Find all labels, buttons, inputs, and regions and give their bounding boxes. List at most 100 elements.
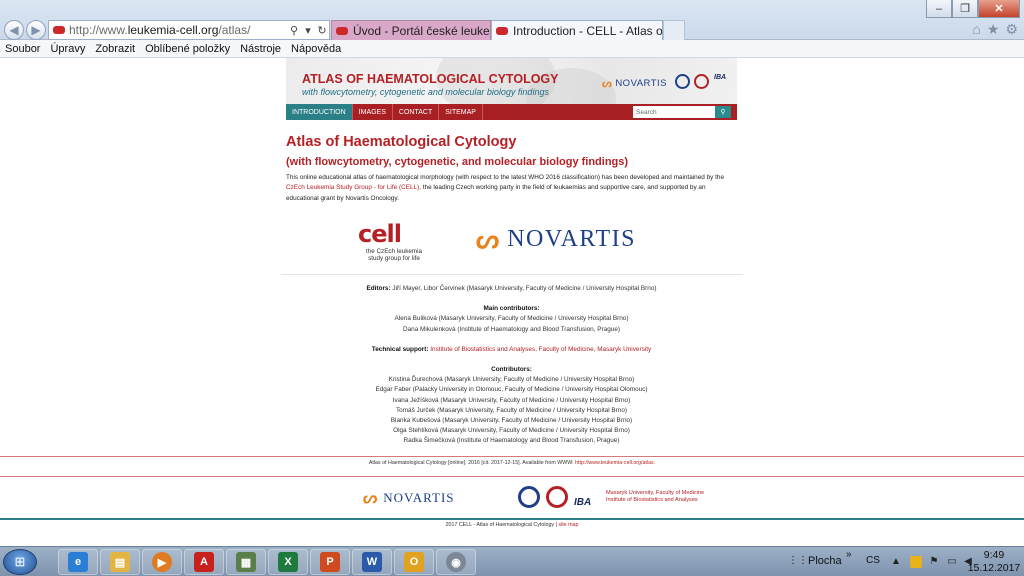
taskbar-word[interactable]: W bbox=[352, 549, 392, 575]
toolbar-grip-icon[interactable]: ⋮⋮ bbox=[788, 555, 808, 566]
footer-novartis-logo[interactable]: ᔕ NOVARTIS bbox=[363, 488, 455, 508]
refresh-icon[interactable]: ↻ bbox=[315, 24, 329, 37]
banner-novartis-logo[interactable]: ᔕ NOVARTIS bbox=[602, 77, 667, 90]
masaryk-university-seal-icon[interactable] bbox=[675, 74, 690, 89]
technical-support-line: Technical support: Institute of Biostati… bbox=[371, 345, 652, 353]
home-icon[interactable]: ⌂ bbox=[972, 21, 980, 38]
faculty-medicine-seal-icon[interactable] bbox=[694, 74, 709, 89]
contributor: Blanka Kubešová (Masaryk University, Fac… bbox=[390, 417, 633, 425]
taskbar-powerpoint[interactable]: P bbox=[310, 549, 350, 575]
browser-chrome: – ❐ ✕ ◀ ▶ http://www.leukemia-cell.org/a… bbox=[0, 0, 1024, 41]
internet-explorer-icon: e bbox=[68, 552, 88, 572]
menu-view[interactable]: Zobrazit bbox=[95, 43, 135, 55]
taskbar-media-player[interactable]: ▶ bbox=[142, 549, 182, 575]
browser-toolbar-icons: ⌂ ★ ⚙ bbox=[972, 21, 1018, 38]
address-url[interactable]: http://www.leukemia-cell.org/atlas/ bbox=[69, 23, 287, 37]
editors-line: Editors: Jiří Mayer, Libor Červinek (Mas… bbox=[366, 285, 657, 292]
forward-button[interactable]: ▶ bbox=[26, 20, 46, 40]
main-contributors-heading: Main contributors: bbox=[483, 305, 540, 313]
notification-app-icon[interactable] bbox=[910, 556, 922, 568]
new-tab-button[interactable] bbox=[663, 20, 685, 41]
menu-favorites[interactable]: Oblíbené položky bbox=[145, 43, 230, 55]
contributor: Tomáš Jurček (Masaryk University, Facult… bbox=[395, 406, 628, 414]
iba-link[interactable]: Institute of Biostatistics and Analyses,… bbox=[429, 346, 651, 353]
web-page: ATLAS OF HAEMATOLOGICAL CYTOLOGY with fl… bbox=[0, 58, 1024, 546]
site-container: ATLAS OF HAEMATOLOGICAL CYTOLOGY with fl… bbox=[286, 58, 737, 204]
page-title: Atlas of Haematological Cytology bbox=[286, 134, 517, 150]
novartis-flame-icon: ᔕ bbox=[363, 490, 378, 507]
tab-introduction-active[interactable]: Introduction - CELL - Atlas of... ✕ bbox=[491, 20, 663, 41]
menu-file[interactable]: Soubor bbox=[5, 43, 40, 55]
contributors-heading: Contributors: bbox=[491, 366, 532, 374]
footer-iba-logo[interactable]: IBA bbox=[574, 486, 600, 508]
novartis-logo[interactable]: ᔕ NOVARTIS bbox=[476, 224, 636, 255]
cell-link[interactable]: CzEch Leukemia Study Group - for Life (C… bbox=[286, 184, 421, 191]
dropdown-icon[interactable]: ▾ bbox=[301, 24, 315, 37]
network-icon[interactable]: ▭ bbox=[946, 556, 958, 568]
flag-icon[interactable]: ⚑ bbox=[928, 556, 940, 568]
outlook-icon: O bbox=[404, 552, 424, 572]
menu-edit[interactable]: Úpravy bbox=[50, 43, 85, 55]
toolbar-expand-icon[interactable]: » bbox=[846, 549, 852, 560]
desktop-toolbar-label[interactable]: Plocha bbox=[808, 555, 842, 567]
start-button[interactable]: ⊞ bbox=[3, 549, 37, 575]
language-indicator[interactable]: CS bbox=[866, 555, 880, 566]
site-search-input[interactable]: Search bbox=[633, 106, 715, 118]
menu-tools[interactable]: Nástroje bbox=[240, 43, 281, 55]
footer-accent-line bbox=[0, 518, 1024, 520]
footer-institute-text[interactable]: Masaryk University, Faculty of Medicine I… bbox=[606, 490, 704, 504]
nav-images[interactable]: IMAGES bbox=[353, 104, 393, 120]
page-subtitle: (with flowcytometry, cytogenetic, and mo… bbox=[286, 156, 629, 168]
show-hidden-icons-icon[interactable]: ▲ bbox=[890, 556, 902, 568]
faculty-medicine-seal-icon[interactable] bbox=[546, 486, 568, 508]
site-search-button[interactable]: ⚲ bbox=[715, 106, 731, 118]
network-app-icon: ▦ bbox=[236, 552, 256, 572]
menu-help[interactable]: Nápověda bbox=[291, 43, 341, 55]
taskbar-acrobat[interactable]: A bbox=[184, 549, 224, 575]
minimize-button[interactable]: – bbox=[926, 0, 952, 18]
taskbar-internet-explorer[interactable]: e bbox=[58, 549, 98, 575]
iba-logo[interactable]: IBA bbox=[714, 74, 731, 89]
citation-text: Atlas of Haematological Cytology [online… bbox=[368, 460, 656, 466]
windows-logo-icon: ⊞ bbox=[14, 554, 26, 569]
footer-divider bbox=[0, 456, 1024, 457]
contributor: Olga Stehlíková (Masaryk University, Fac… bbox=[393, 427, 630, 435]
windows-taskbar: ⊞ e ▤ ▶ A ▦ X P W O ◉ ⋮⋮ Plocha » CS ▲ ⚑… bbox=[0, 546, 1024, 576]
nav-introduction[interactable]: INTRODUCTION bbox=[286, 104, 353, 120]
cell-logo[interactable]: cell the CzEch leukemia study group for … bbox=[358, 220, 430, 262]
taskbar-outlook[interactable]: O bbox=[394, 549, 434, 575]
site-banner: ATLAS OF HAEMATOLOGICAL CYTOLOGY with fl… bbox=[286, 58, 737, 104]
contributor: Edgar Faber (Palacky University in Olomo… bbox=[375, 386, 648, 394]
taskbar-excel[interactable]: X bbox=[268, 549, 308, 575]
banner-title[interactable]: ATLAS OF HAEMATOLOGICAL CYTOLOGY bbox=[302, 72, 558, 86]
divider bbox=[281, 274, 743, 275]
contributor: Kristina Ďurechová (Masaryk University, … bbox=[388, 376, 635, 384]
close-window-button[interactable]: ✕ bbox=[978, 0, 1020, 18]
nav-contact[interactable]: CONTACT bbox=[393, 104, 440, 120]
banner-subtitle: with flowcytometry, cytogenetic and mole… bbox=[302, 87, 549, 97]
taskbar-network-app[interactable]: ▦ bbox=[226, 549, 266, 575]
search-icon[interactable]: ⚲ bbox=[287, 24, 301, 37]
media-player-icon: ▶ bbox=[152, 552, 172, 572]
footer-logos: ᔕ NOVARTIS IBA Masaryk University, Facul… bbox=[0, 480, 1024, 520]
novartis-flame-icon: ᔕ bbox=[476, 224, 500, 254]
search-icon: ⚲ bbox=[720, 109, 726, 116]
clock[interactable]: 9:49 15.12.2017 bbox=[964, 549, 1024, 575]
sitemap-link[interactable]: site map bbox=[558, 522, 578, 528]
favorites-star-icon[interactable]: ★ bbox=[987, 21, 1000, 38]
site-favicon-icon bbox=[53, 26, 65, 34]
back-button[interactable]: ◀ bbox=[4, 20, 24, 40]
nav-sitemap[interactable]: SITEMAP bbox=[439, 104, 483, 120]
taskbar-explorer[interactable]: ▤ bbox=[100, 549, 140, 575]
address-bar[interactable]: http://www.leukemia-cell.org/atlas/ ⚲ ▾ … bbox=[48, 20, 330, 40]
folder-icon: ▤ bbox=[110, 552, 130, 572]
restore-button[interactable]: ❐ bbox=[952, 0, 978, 18]
taskbar-speaker-app[interactable]: ◉ bbox=[436, 549, 476, 575]
settings-gear-icon[interactable]: ⚙ bbox=[1005, 21, 1018, 38]
arrow-right-icon: ▶ bbox=[31, 23, 41, 37]
masaryk-university-seal-icon[interactable] bbox=[518, 486, 540, 508]
tab-portal[interactable]: Úvod - Portál české leukemické ... bbox=[331, 20, 491, 41]
system-tray: ⋮⋮ Plocha » CS ▲ ⚑ ▭ ◀ 9:49 15.12.2017 bbox=[774, 547, 1024, 576]
citation-link[interactable]: http://www.leukemia-cell.org/atlas. bbox=[575, 460, 655, 466]
site-navigation: INTRODUCTION IMAGES CONTACT SITEMAP Sear… bbox=[286, 104, 737, 120]
